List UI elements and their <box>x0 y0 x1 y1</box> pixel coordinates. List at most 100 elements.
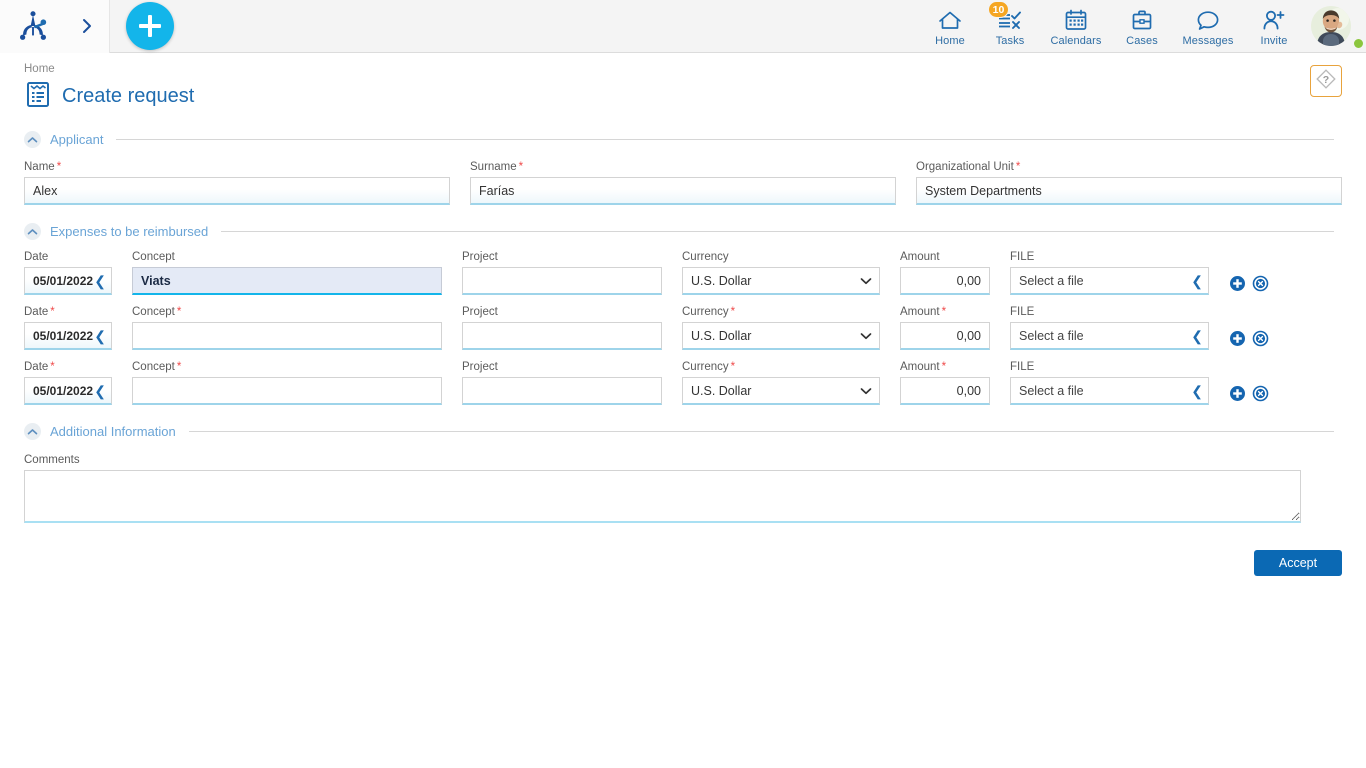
accept-button[interactable]: Accept <box>1254 550 1342 576</box>
date-picker-wrap: ❮ <box>24 377 112 405</box>
label-project: Project <box>462 306 498 318</box>
remove-row-icon[interactable] <box>1252 385 1269 402</box>
expense-concept-cell: Concept * <box>132 306 442 350</box>
label-currency: Currency <box>682 251 729 263</box>
expense-date-cell: Date* ❮ <box>24 361 112 405</box>
expense-project-input[interactable] <box>462 267 662 295</box>
section-header-additional-information[interactable]: Additional Information <box>24 423 1366 440</box>
expense-date-input[interactable] <box>24 377 112 405</box>
form-actions: Accept <box>0 550 1366 576</box>
section-header-expenses[interactable]: Expenses to be reimbursed <box>24 223 1366 240</box>
date-picker-wrap: ❮ <box>24 267 112 295</box>
chevron-up-icon[interactable] <box>24 423 41 440</box>
surname-input[interactable] <box>470 177 896 205</box>
expense-currency-select[interactable]: U.S. Dollar <box>682 322 880 350</box>
page-title-row: Create request <box>24 80 1366 113</box>
create-new-button[interactable] <box>126 2 174 50</box>
top-bar: Home 10 Tasks Calendars Cases Messages I… <box>0 0 1366 53</box>
label-amount: Amount * <box>900 361 990 373</box>
expense-row-actions <box>1229 330 1289 350</box>
expense-amount-cell: Amount <box>900 251 990 295</box>
expense-concept-input[interactable] <box>132 377 442 405</box>
expense-date-cell: Date ❮ <box>24 251 112 295</box>
expense-file-cell: FILE ❮ <box>1010 361 1209 405</box>
expense-date-input[interactable] <box>24 322 112 350</box>
required-marker: * <box>941 306 947 318</box>
section-header-applicant[interactable]: Applicant <box>24 131 1366 148</box>
expense-amount-input[interactable] <box>900 267 990 295</box>
expense-currency-select[interactable]: U.S. Dollar <box>682 267 880 295</box>
expense-concept-input[interactable] <box>132 267 442 295</box>
chevron-up-icon[interactable] <box>24 131 41 148</box>
expense-concept-cell: Concept * <box>132 361 442 405</box>
app-logo-icon[interactable] <box>14 10 52 42</box>
comments-field-group: Comments <box>24 454 1342 528</box>
label-date-text: Date <box>24 361 49 373</box>
currency-select-wrap: U.S. Dollar <box>682 377 880 405</box>
expense-row: Date ❮ Concept Project Currency U.S. Dol… <box>24 251 1342 295</box>
label-currency: Currency * <box>682 361 880 373</box>
comments-textarea[interactable] <box>24 470 1301 523</box>
expense-project-input[interactable] <box>462 322 662 350</box>
expense-currency-cell: Currency * U.S. Dollar <box>682 306 880 350</box>
section-label-expenses: Expenses to be reimbursed <box>50 224 209 239</box>
nav-item-home[interactable]: Home <box>920 0 980 53</box>
required-marker: * <box>56 161 62 173</box>
label-file: FILE <box>1010 251 1035 263</box>
required-marker: * <box>176 361 182 373</box>
chat-icon <box>1195 7 1221 33</box>
field-group-surname: Surname * <box>470 161 896 205</box>
expense-concept-input[interactable] <box>132 322 442 350</box>
page-header: Home Create request ? <box>0 53 1366 113</box>
expense-file-input[interactable] <box>1010 377 1209 405</box>
add-row-icon[interactable] <box>1229 330 1246 347</box>
nav-label-invite: Invite <box>1260 35 1288 47</box>
nav-label-messages: Messages <box>1182 35 1234 47</box>
remove-row-icon[interactable] <box>1252 275 1269 292</box>
expense-file-input[interactable] <box>1010 267 1209 295</box>
required-marker: * <box>1015 161 1021 173</box>
expense-project-cell: Project <box>462 306 662 350</box>
currency-select-wrap: U.S. Dollar <box>682 267 880 295</box>
expense-project-input[interactable] <box>462 377 662 405</box>
file-picker-wrap: ❮ <box>1010 377 1209 405</box>
label-concept: Concept * <box>132 306 442 318</box>
file-picker-wrap: ❮ <box>1010 267 1209 295</box>
expense-amount-input[interactable] <box>900 322 990 350</box>
label-currency: Currency * <box>682 306 880 318</box>
organizational-unit-input[interactable] <box>916 177 1342 205</box>
add-row-icon[interactable] <box>1229 275 1246 292</box>
form-document-icon <box>24 80 52 113</box>
nav-label-tasks: Tasks <box>995 35 1025 47</box>
label-surname-text: Surname <box>470 161 517 173</box>
remove-row-icon[interactable] <box>1252 330 1269 347</box>
breadcrumb[interactable]: Home <box>24 63 1366 75</box>
label-organizational-unit: Organizational Unit * <box>916 161 1342 173</box>
expense-date-cell: Date* ❮ <box>24 306 112 350</box>
nav-label-cases: Cases <box>1126 35 1158 47</box>
nav-item-invite[interactable]: Invite <box>1244 0 1304 53</box>
expand-sidebar-icon[interactable] <box>79 16 95 36</box>
avatar-image <box>1311 6 1351 46</box>
chevron-up-icon[interactable] <box>24 223 41 240</box>
field-group-organizational-unit: Organizational Unit * <box>916 161 1342 205</box>
section-label-additional-information: Additional Information <box>50 424 176 439</box>
label-date: Date * <box>24 306 112 318</box>
expense-file-cell: FILE ❮ <box>1010 306 1209 350</box>
expense-date-input[interactable] <box>24 267 112 295</box>
nav-item-cases[interactable]: Cases <box>1112 0 1172 53</box>
expense-row-actions <box>1229 385 1289 405</box>
name-input[interactable] <box>24 177 450 205</box>
nav-item-messages[interactable]: Messages <box>1172 0 1244 53</box>
avatar[interactable] <box>1304 0 1365 53</box>
nav-item-calendars[interactable]: Calendars <box>1040 0 1112 53</box>
expense-amount-input[interactable] <box>900 377 990 405</box>
add-row-icon[interactable] <box>1229 385 1246 402</box>
nav-item-tasks[interactable]: 10 Tasks <box>980 0 1040 53</box>
help-button[interactable]: ? <box>1310 65 1342 97</box>
expense-amount-cell: Amount * <box>900 361 990 405</box>
expense-currency-select[interactable]: U.S. Dollar <box>682 377 880 405</box>
label-amount: Amount * <box>900 306 990 318</box>
file-picker-wrap: ❮ <box>1010 322 1209 350</box>
expense-file-input[interactable] <box>1010 322 1209 350</box>
